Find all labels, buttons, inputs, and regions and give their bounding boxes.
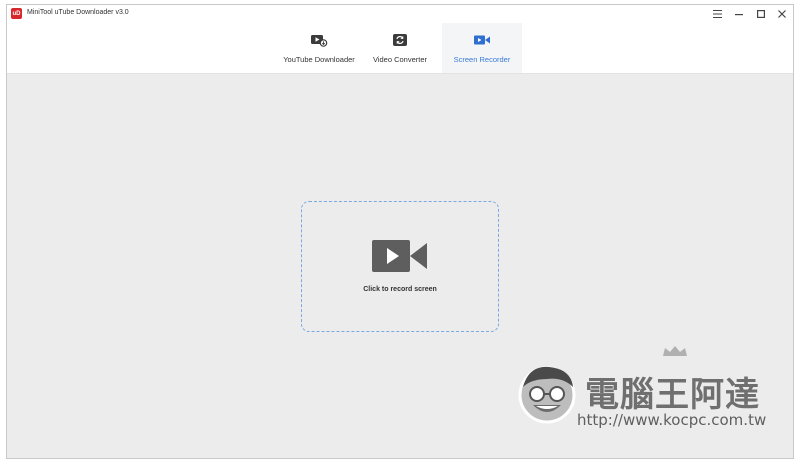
close-icon[interactable] <box>775 7 789 21</box>
record-screen-button[interactable]: Click to record screen <box>301 201 499 332</box>
video-download-icon <box>310 33 328 47</box>
tab-label: Screen Recorder <box>453 55 511 64</box>
title-bar: uD MiniTool uTube Downloader v3.0 <box>7 5 793 23</box>
crown-icon <box>663 346 687 356</box>
mascot-face-icon <box>518 366 576 424</box>
record-screen-label: Click to record screen <box>363 286 437 293</box>
hamburger-menu-icon[interactable] <box>710 7 724 21</box>
convert-icon <box>392 33 408 47</box>
watermark-url: http://www.kocpc.com.tw <box>577 411 767 429</box>
maximize-icon[interactable] <box>754 7 768 21</box>
minimize-icon[interactable] <box>732 7 746 21</box>
tab-video-converter[interactable]: Video Converter <box>364 23 436 73</box>
watermark-title: 電腦王阿達 <box>585 375 760 415</box>
watermark: 電腦王阿達 http://www.kocpc.com.tw <box>515 346 775 439</box>
window-title: MiniTool uTube Downloader v3.0 <box>27 9 129 16</box>
main-content: Click to record screen 電腦王阿達 http://www.… <box>7 74 793 458</box>
tab-youtube-downloader[interactable]: YouTube Downloader <box>277 23 361 73</box>
video-camera-play-icon <box>372 239 428 278</box>
tab-label: Video Converter <box>372 55 428 64</box>
app-window: uD MiniTool uTube Downloader v3.0 YouTub… <box>6 4 794 459</box>
tab-label: YouTube Downloader <box>283 55 355 64</box>
app-logo: uD <box>11 8 22 19</box>
camcorder-icon <box>473 33 491 47</box>
tab-bar: YouTube Downloader Video Converter Scree… <box>7 23 793 74</box>
tab-screen-recorder[interactable]: Screen Recorder <box>442 23 522 73</box>
